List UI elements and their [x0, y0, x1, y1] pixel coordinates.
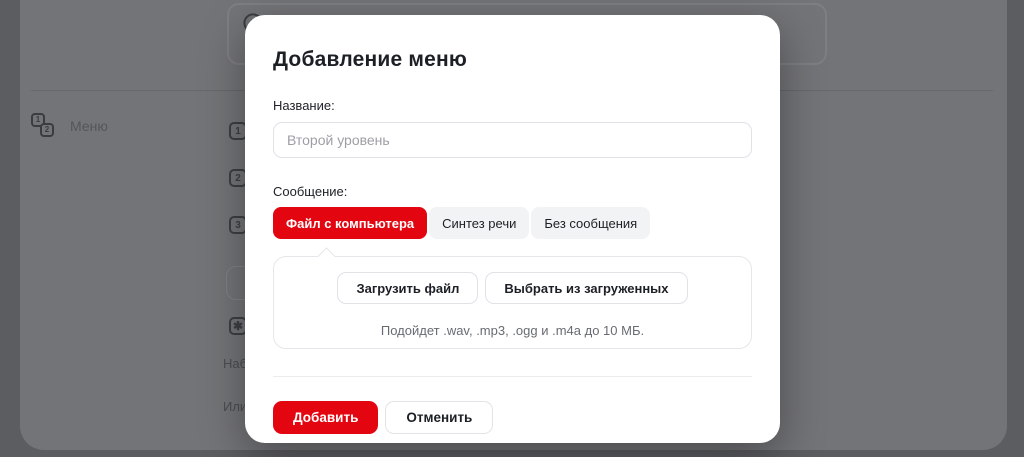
- choose-uploaded-button[interactable]: Выбрать из загруженных: [485, 272, 687, 304]
- message-field-label: Сообщение:: [273, 184, 752, 199]
- sidebar-item-menu: 1 2 Меню: [31, 110, 211, 142]
- background-partial-text-2: Или: [223, 399, 247, 414]
- add-menu-modal: Добавление меню Название: Сообщение: Фай…: [245, 15, 780, 443]
- upload-hint-text: Подойдет .wav, .mp3, .ogg и .m4a до 10 М…: [274, 323, 751, 338]
- name-input[interactable]: [273, 122, 752, 158]
- sidebar-item-label: Меню: [70, 118, 108, 134]
- upload-buttons-row: Загрузить файл Выбрать из загруженных: [274, 272, 751, 304]
- upload-file-button[interactable]: Загрузить файл: [337, 272, 478, 304]
- modal-footer-divider: [273, 376, 752, 377]
- menu-levels-icon: 1 2: [31, 113, 58, 140]
- tab-no-message[interactable]: Без сообщения: [531, 207, 650, 239]
- cancel-button[interactable]: Отменить: [385, 401, 493, 434]
- level-2-square: 2: [40, 123, 54, 137]
- tab-file-from-computer[interactable]: Файл с компьютера: [273, 207, 427, 239]
- name-field-label: Название:: [273, 98, 752, 113]
- message-type-tabs: Файл с компьютера Синтез речи Без сообще…: [273, 207, 752, 239]
- modal-action-row: Добавить Отменить: [273, 401, 752, 434]
- file-upload-panel: Загрузить файл Выбрать из загруженных По…: [273, 256, 752, 349]
- add-button[interactable]: Добавить: [273, 401, 378, 434]
- modal-title: Добавление меню: [273, 48, 752, 72]
- background-partial-text-1: Наб: [223, 356, 247, 371]
- tab-speech-synthesis[interactable]: Синтез речи: [429, 207, 529, 239]
